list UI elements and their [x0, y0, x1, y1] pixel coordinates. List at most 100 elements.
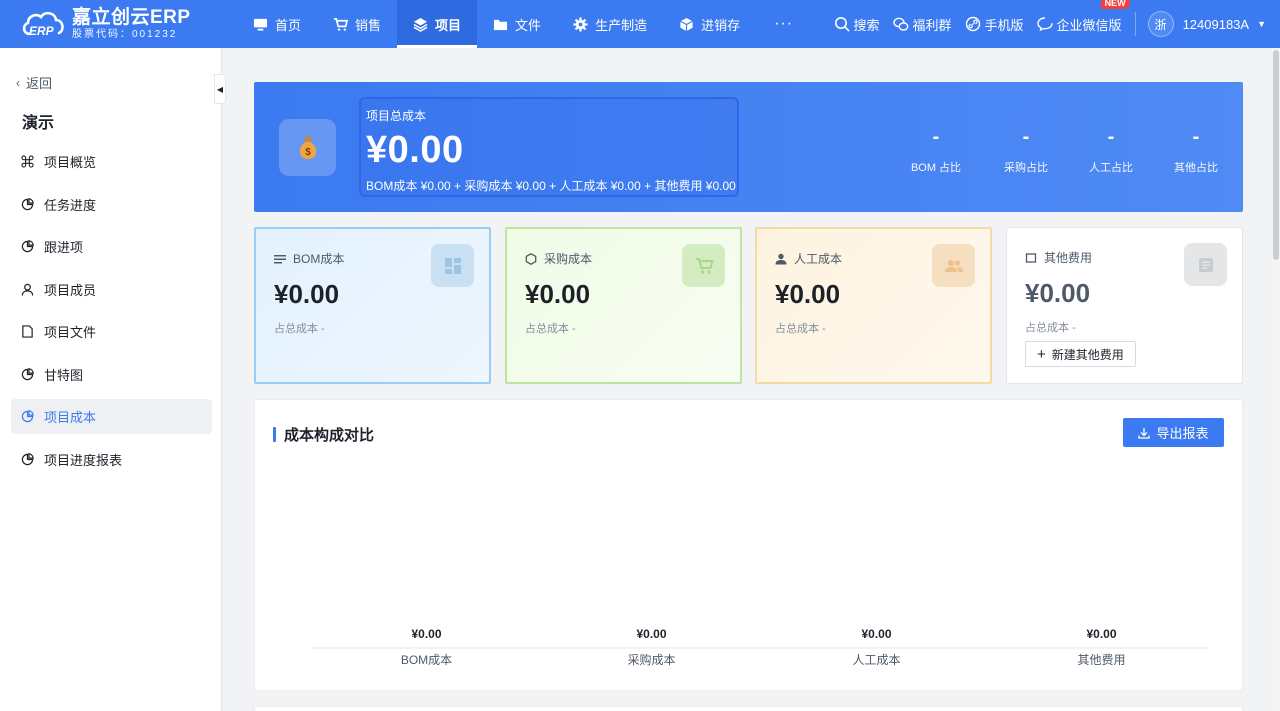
project-sidebar: ‹ 返回 演示 项目概览 任务进度 跟进项 项目成员 项目文件 甘特图 项目成本… [0, 48, 222, 711]
project-menu: 项目概览 任务进度 跟进项 项目成员 项目文件 甘特图 项目成本 项目进度报表 [11, 144, 212, 484]
page-scrollbar[interactable] [1272, 48, 1280, 711]
user-icon [21, 283, 34, 296]
wecom-label: 企业微信版 [1056, 17, 1122, 33]
brand-logo[interactable]: ERP 嘉立创云ERP 股票代码：001232 [0, 0, 230, 48]
ratio-label: 采购占比 [1004, 162, 1048, 174]
add-other-expense-button[interactable]: + 新建其他费用 [1025, 341, 1136, 367]
pie-chart-icon [21, 452, 34, 466]
chart-category-label: BOM成本 [401, 653, 452, 667]
sidebar-item-progress-report[interactable]: 项目进度报表 [11, 442, 212, 477]
search-button[interactable]: 搜索 [834, 15, 880, 34]
cart-icon [333, 17, 349, 32]
nav-label: 生产制造 [595, 17, 648, 33]
cost-summary-banner: $ 项目总成本 ¥0.00 BOM成本 ¥0.00 + 采购成本 ¥0.00 +… [254, 82, 1243, 212]
wechat-group-icon [892, 16, 909, 32]
other-cost-card[interactable]: 其他费用 ¥0.00 占总成本 - + 新建其他费用 [1006, 227, 1243, 384]
sidebar-item-task-progress[interactable]: 任务进度 [11, 187, 212, 222]
ratio-value: - [1107, 126, 1115, 148]
plus-icon: + [1037, 345, 1046, 363]
username[interactable]: 12409183A [1183, 17, 1250, 32]
avatar[interactable]: 浙 [1147, 11, 1174, 37]
labor-cost-card[interactable]: 人工成本 ¥0.00 占总成本 - [755, 227, 992, 384]
header-divider [1134, 12, 1136, 36]
sidebar-item-project-cost[interactable]: 项目成本 [11, 399, 212, 434]
card-ratio: 占总成本 - [274, 323, 325, 335]
search-label: 搜索 [853, 17, 880, 33]
nav-home[interactable]: 首页 [237, 0, 317, 48]
hexagon-icon [525, 252, 537, 265]
sidebar-item-files[interactable]: 项目文件 [11, 314, 212, 349]
stock-code: 股票代码：001232 [72, 29, 178, 40]
total-cost-formula: BOM成本 ¥0.00 + 采购成本 ¥0.00 + 人工成本 ¥0.00 + … [366, 179, 736, 193]
nav-sales[interactable]: 销售 [317, 0, 397, 48]
card-title: 人工成本 [794, 252, 843, 266]
nav-inventory[interactable]: 进销存 [663, 0, 756, 48]
main-nav: 首页 销售 项目 文件 生产制造 进销存 ··· [237, 0, 811, 48]
other-ratio: - 其他占比 [1161, 127, 1231, 175]
ratio-value: - [932, 126, 940, 148]
sidebar-collapse-toggle[interactable]: ◀ [214, 74, 226, 104]
ratio-label: 人工占比 [1089, 162, 1133, 174]
chart-category-label: 其他费用 [1077, 653, 1125, 667]
ratio-label: 其他占比 [1174, 162, 1218, 174]
scrollbar-thumb[interactable] [1273, 50, 1279, 260]
cog-icon [573, 16, 588, 32]
cost-comparison-chart: ¥0.00 BOM成本 ¥0.00 采购成本 ¥0.00 人工成本 ¥0.00 其他费用 [310, 627, 1210, 667]
sidebar-item-gantt[interactable]: 甘特图 [11, 357, 212, 392]
document-icon [1184, 243, 1227, 286]
sidebar-item-label: 项目成本 [44, 410, 97, 425]
card-ratio: 占总成本 - [525, 323, 576, 335]
welfare-group-button[interactable]: 福利群 [892, 15, 952, 34]
nav-manufacturing[interactable]: 生产制造 [557, 0, 663, 48]
sidebar-item-label: 项目文件 [44, 325, 97, 340]
nav-files[interactable]: 文件 [477, 0, 557, 48]
welfare-label: 福利群 [912, 17, 952, 33]
bom-ratio: - BOM 占比 [901, 127, 971, 175]
monitor-icon [253, 17, 268, 32]
layers-icon [413, 17, 428, 32]
pie-chart-icon [21, 240, 34, 253]
pie-chart-icon [21, 197, 34, 211]
sidebar-item-overview[interactable]: 项目概览 [11, 144, 212, 179]
caret-down-icon[interactable]: ▼ [1257, 19, 1266, 29]
shopping-cart-icon [682, 244, 725, 287]
chart-data-label: ¥0.00 [861, 627, 891, 641]
card-ratio: 占总成本 - [1025, 322, 1076, 334]
chevron-left-icon: ‹ [16, 75, 20, 90]
sidebar-item-members[interactable]: 项目成员 [11, 272, 212, 307]
chart-category-label: 采购成本 [627, 652, 675, 667]
ratio-label: BOM 占比 [910, 162, 962, 174]
sidebar-item-follow-ups[interactable]: 跟进项 [11, 229, 212, 264]
nav-label: 文件 [515, 17, 542, 33]
mobile-label: 手机版 [984, 17, 1024, 33]
folder-icon [493, 17, 508, 32]
link-icon [965, 16, 981, 32]
sidebar-item-label: 项目成员 [44, 282, 97, 298]
nav-more-button[interactable]: ··· [756, 0, 811, 48]
cloud-logo-icon: ERP [20, 8, 68, 40]
grid-tiles-icon [431, 244, 474, 287]
sidebar-item-label: 跟进项 [44, 240, 84, 255]
triangle-left-icon: ◀ [216, 84, 224, 94]
card-title: 采购成本 [544, 252, 593, 266]
money-bag-icon: $ [279, 119, 336, 176]
svg-text:$: $ [305, 147, 311, 158]
person-icon [775, 253, 787, 265]
top-nav-bar: ERP 嘉立创云ERP 股票代码：001232 首页 销售 项目 文件 生产制造 [0, 0, 1280, 48]
next-panel-edge [254, 706, 1243, 711]
bom-cost-card[interactable]: BOM成本 ¥0.00 占总成本 - [254, 227, 491, 384]
back-link[interactable]: ‹ 返回 [16, 73, 52, 92]
nav-project[interactable]: 项目 [397, 0, 478, 48]
purchase-cost-card[interactable]: 采购成本 ¥0.00 占总成本 - [505, 227, 742, 384]
card-value: ¥0.00 [775, 279, 841, 309]
nav-label: 项目 [435, 17, 462, 33]
chart-data-label: ¥0.00 [1086, 627, 1116, 641]
wecom-version-button[interactable]: 企业微信版 NEW [1036, 0, 1130, 34]
box-icon [679, 17, 694, 32]
total-cost-box: 项目总成本 ¥0.00 BOM成本 ¥0.00 + 采购成本 ¥0.00 + 人… [359, 97, 739, 197]
svg-text:ERP: ERP [29, 24, 55, 38]
command-icon [21, 155, 34, 168]
sidebar-item-label: 项目概览 [44, 155, 97, 170]
mobile-version-button[interactable]: 手机版 [965, 15, 1024, 34]
add-other-expense-label: 新建其他费用 [1051, 347, 1124, 362]
